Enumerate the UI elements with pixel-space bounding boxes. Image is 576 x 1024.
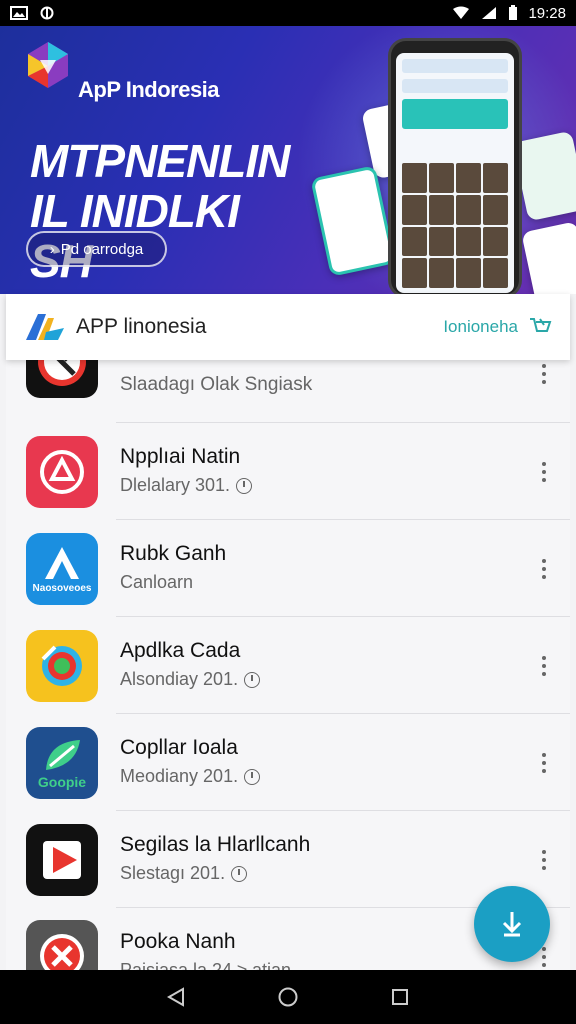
screen: 19:28 ApP Indoresia MTPNENLIN IL INIDLKI… (0, 0, 576, 1024)
app-icon (26, 823, 98, 896)
phone-mockup (388, 38, 522, 294)
status-time: 19:28 (528, 4, 566, 22)
battery-icon (509, 5, 518, 20)
recents-icon[interactable] (389, 986, 411, 1008)
app-icon: Goopie (26, 726, 98, 799)
header-title: APP linonesia (76, 315, 207, 338)
list-item[interactable]: Apdlka Cada Alsondiay 201. (6, 617, 570, 714)
item-subtitle: Slestagı 201. (120, 863, 226, 883)
banner-cta-label: Pd oarrodga (60, 240, 144, 258)
app-icon (26, 360, 98, 398)
leaf-icon (46, 739, 80, 770)
clock-icon (244, 768, 261, 785)
item-subtitle: Meodiany 201. (120, 766, 239, 786)
item-subtitle: Dlelalary 301. (120, 475, 231, 495)
cart-icon (530, 318, 552, 332)
list-item[interactable]: Segilas la Hlarllcanh Slestagı 201. (6, 811, 570, 908)
triangle-ring-icon (40, 449, 84, 494)
more-options-icon[interactable] (536, 751, 552, 775)
more-options-icon[interactable] (536, 362, 552, 386)
banner-brand: ApP Indoresia (78, 77, 220, 102)
navigation-bar (0, 970, 576, 1024)
clock-icon (231, 865, 248, 882)
item-subtitle: Alsondiay 201. (120, 669, 239, 689)
app-icon: Naosoveoes (26, 532, 98, 605)
sync-icon (40, 6, 54, 20)
more-options-icon[interactable] (536, 848, 552, 872)
list-item[interactable]: Slaadagı Olak Sngiask (6, 360, 570, 423)
signal-icon (482, 7, 497, 19)
more-options-icon[interactable] (536, 557, 552, 581)
banner-cta-button[interactable]: › Pd oarrodga (26, 231, 167, 267)
item-name: Segilas la Hlarllcanh (120, 833, 311, 856)
list-item[interactable]: Goopie Copllar Ioala Meodiany 201. (6, 714, 570, 811)
x-circle-icon (40, 934, 84, 970)
icon-caption: Goopie (37, 773, 87, 790)
more-options-icon[interactable] (536, 460, 552, 484)
letter-a-icon (45, 547, 79, 579)
play-arrow-icon (43, 840, 81, 879)
download-icon (502, 912, 522, 937)
clock-icon (236, 477, 253, 494)
app-logo-icon (26, 314, 64, 340)
app-list: Slaadagı Olak Sngiask Npplıai Natin Dlel… (6, 360, 570, 970)
list-item[interactable]: Npplıai Natin Dlelalary 301. (6, 423, 570, 520)
list-item[interactable]: Naosoveoes Rubk Ganh Canloarn (6, 520, 570, 617)
item-subtitle: Paisiasa la 24 ≥ atian (120, 960, 291, 970)
promo-banner[interactable]: ApP Indoresia MTPNENLIN IL INIDLKI SH › … (0, 26, 576, 294)
item-name: Pooka Nanh (120, 930, 236, 953)
brand-logo-icon (28, 42, 68, 88)
icon-caption: Naosoveoes (32, 583, 92, 594)
item-subtitle: Slaadagı Olak Sngiask (120, 374, 313, 395)
item-subtitle: Canloarn (120, 572, 194, 592)
item-name: Rubk Ganh (120, 542, 227, 565)
app-icon (26, 629, 98, 702)
app-header: APP linonesia Ionionehа (6, 294, 570, 360)
item-name: Copllar Ioala (120, 736, 238, 759)
cross-arrow-icon (38, 360, 86, 386)
app-icon (26, 920, 98, 970)
home-icon[interactable] (277, 986, 299, 1008)
wifi-icon (453, 6, 470, 19)
phone-mockup-screen (396, 53, 514, 293)
more-options-icon[interactable] (536, 654, 552, 678)
camera-lens-icon (41, 645, 82, 686)
image-icon (10, 6, 28, 20)
header-right-label: Ionionehа (443, 317, 518, 336)
item-name: Apdlka Cada (120, 639, 241, 662)
chevron-right-icon: › (49, 240, 55, 258)
header-store-link[interactable]: Ionionehа (443, 316, 552, 338)
download-fab-button[interactable] (474, 886, 550, 962)
status-bar: 19:28 (0, 0, 576, 26)
clock-icon (244, 671, 261, 688)
item-name: Npplıai Natin (120, 445, 241, 468)
app-icon (26, 435, 98, 508)
back-icon[interactable] (165, 986, 187, 1008)
